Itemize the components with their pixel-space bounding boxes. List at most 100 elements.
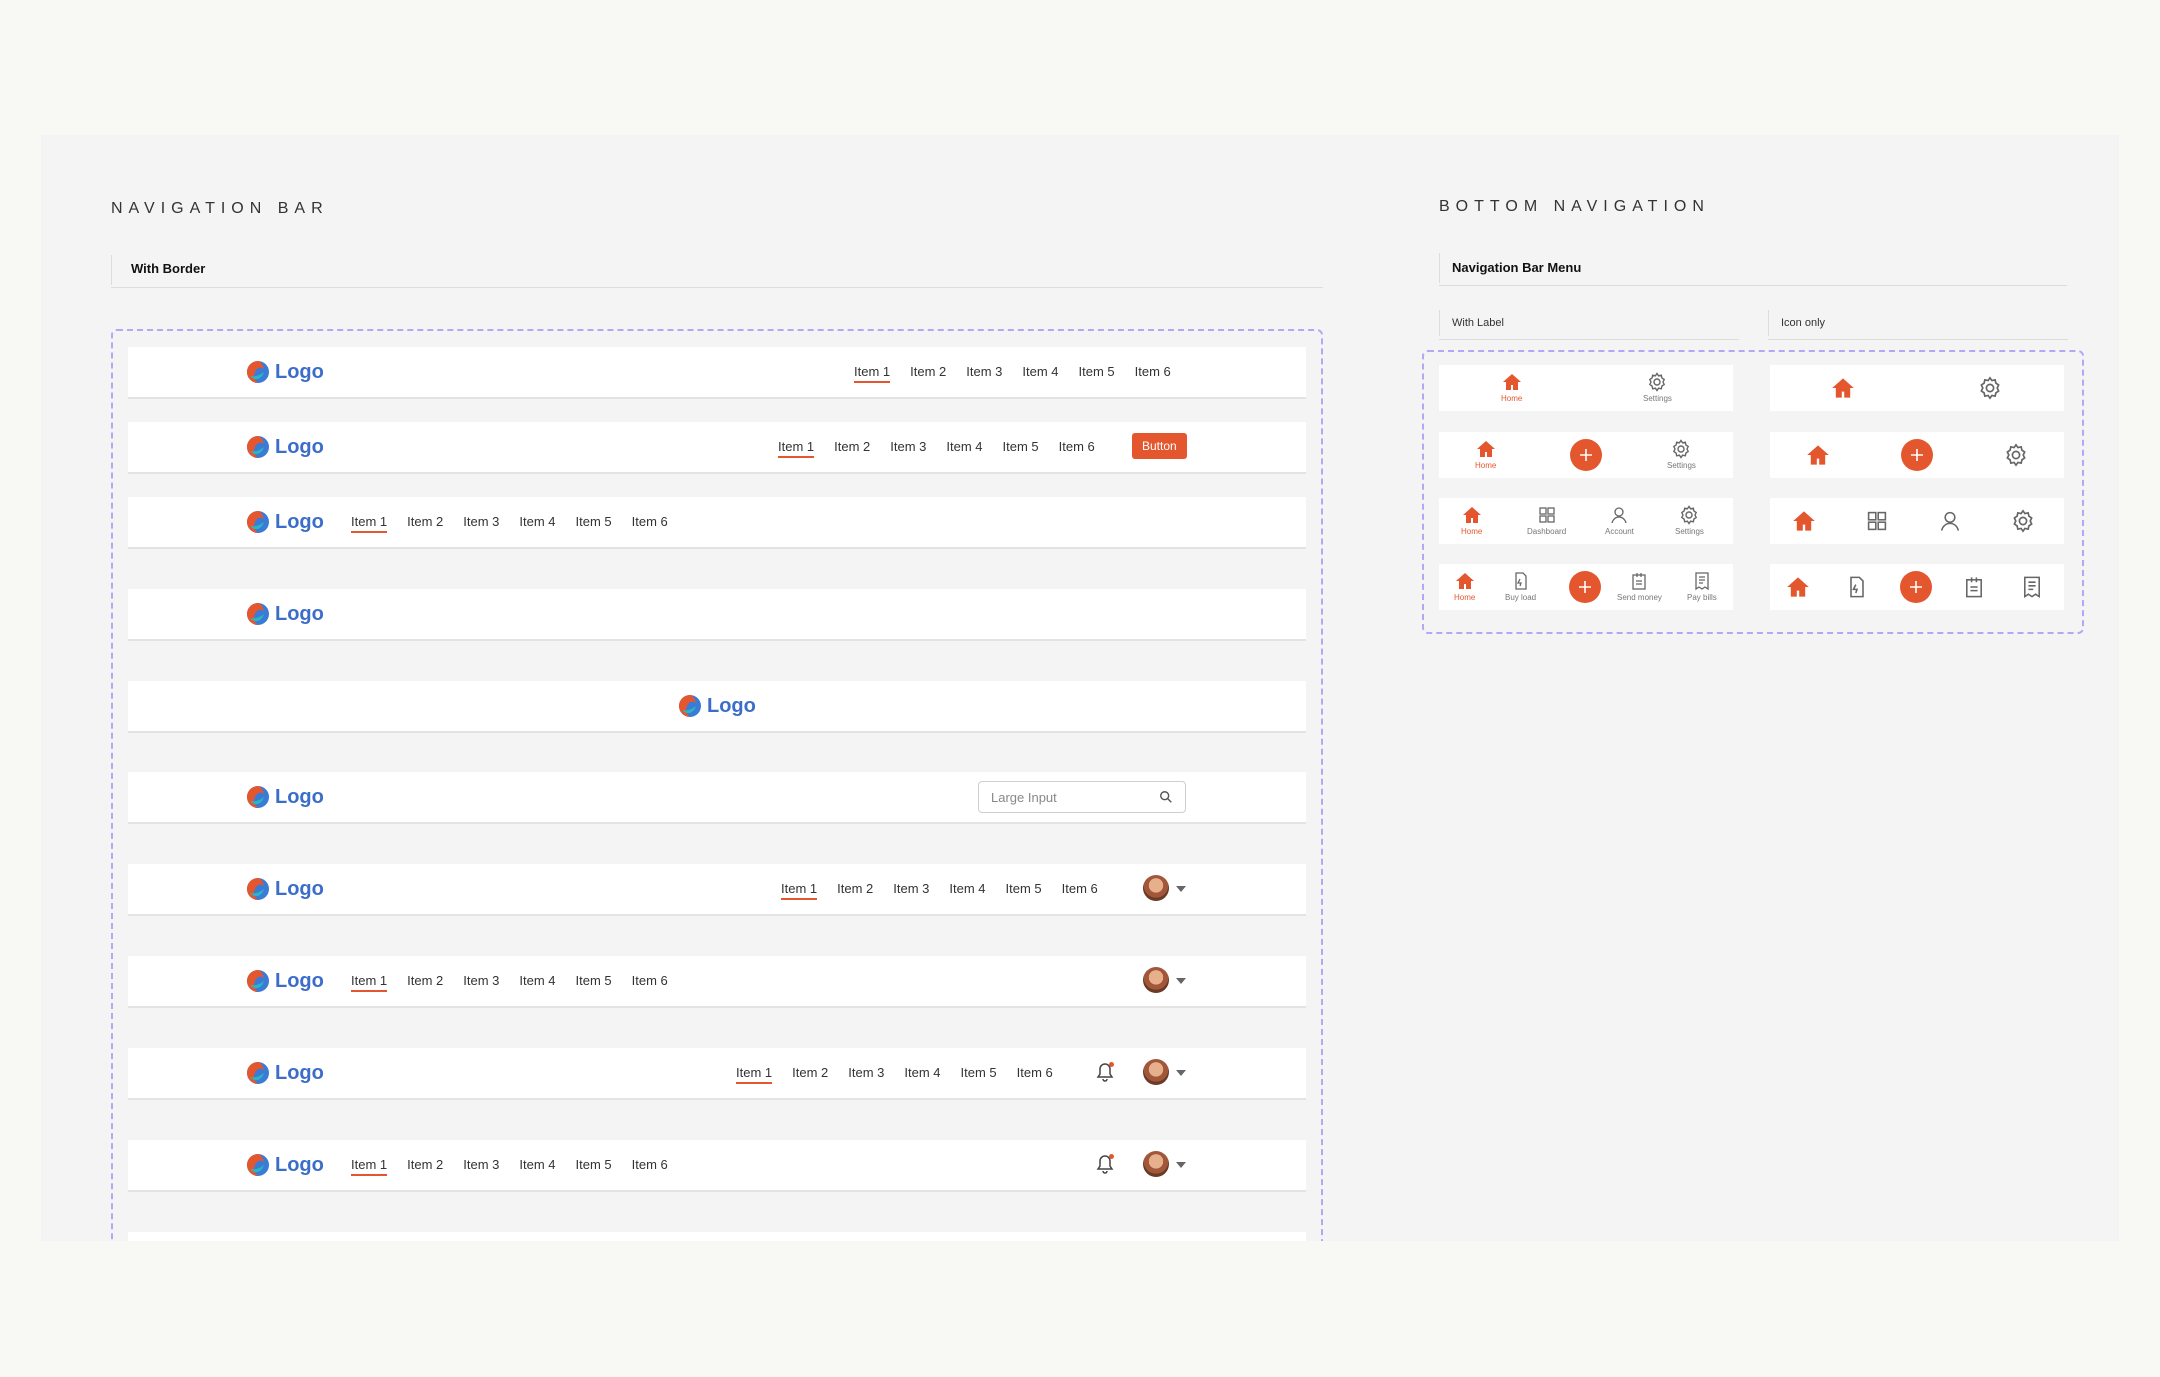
search-icon[interactable]: [1159, 790, 1173, 804]
divider: [1439, 310, 1440, 336]
nav-item-5[interactable]: Item 5: [961, 1065, 997, 1080]
caret-down-icon[interactable]: [1176, 1162, 1186, 1168]
search-input[interactable]: Large Input: [978, 781, 1186, 813]
navbar-variant-8: Logo Item 1 Item 2 Item 3 Item 4 Item 5 …: [128, 956, 1306, 1008]
nav-item-4[interactable]: Item 4: [946, 439, 982, 454]
nav-item-2[interactable]: Item 2: [407, 514, 443, 529]
nav-item-4[interactable]: Item 4: [1022, 364, 1058, 379]
nav-item-5[interactable]: Item 5: [576, 1157, 612, 1172]
logo[interactable]: Logo: [246, 360, 324, 384]
caret-down-icon[interactable]: [1176, 1070, 1186, 1076]
primary-button[interactable]: Button: [1132, 433, 1187, 459]
home-icon[interactable]: [1831, 376, 1855, 400]
bottom-nav-home[interactable]: Home: [1475, 439, 1496, 470]
nav-item-2[interactable]: Item 2: [407, 1157, 443, 1172]
bottom-nav-home[interactable]: Home: [1461, 505, 1482, 536]
logo[interactable]: Logo: [246, 877, 324, 901]
bottom-nav-pay-bills[interactable]: Pay bills: [1687, 571, 1717, 602]
nav-item-4[interactable]: Item 4: [519, 973, 555, 988]
home-icon[interactable]: [1806, 443, 1830, 467]
nav-item-6[interactable]: Item 6: [1062, 881, 1098, 896]
add-fab-button[interactable]: [1901, 439, 1933, 471]
logo[interactable]: Logo: [246, 969, 324, 993]
money-transfer-icon[interactable]: [1962, 575, 1986, 599]
home-icon[interactable]: [1786, 575, 1810, 599]
bottom-nav-send-money[interactable]: Send money: [1617, 571, 1662, 602]
nav-item-2[interactable]: Item 2: [834, 439, 870, 454]
bottom-nav-settings[interactable]: Settings: [1643, 372, 1672, 403]
caret-down-icon[interactable]: [1176, 886, 1186, 892]
gear-icon[interactable]: [1978, 376, 2002, 400]
nav-item-3[interactable]: Item 3: [463, 1157, 499, 1172]
gear-icon[interactable]: [2004, 443, 2028, 467]
avatar[interactable]: [1143, 1059, 1169, 1085]
nav-item-6[interactable]: Item 6: [632, 514, 668, 529]
logo-icon: [247, 1154, 269, 1176]
bottom-nav-dashboard[interactable]: Dashboard: [1527, 505, 1566, 536]
logo[interactable]: Logo: [246, 1153, 324, 1177]
gear-icon[interactable]: [2011, 509, 2035, 533]
avatar[interactable]: [1143, 1151, 1169, 1177]
nav-item-1[interactable]: Item 1: [351, 514, 388, 533]
nav-item-5[interactable]: Item 5: [1079, 364, 1115, 379]
nav-item-5[interactable]: Item 5: [1006, 881, 1042, 896]
nav-item-6[interactable]: Item 6: [632, 1157, 668, 1172]
logo[interactable]: Logo: [246, 510, 324, 534]
nav-item-3[interactable]: Item 3: [848, 1065, 884, 1080]
logo[interactable]: Logo: [246, 785, 324, 809]
bell-icon[interactable]: [1096, 1154, 1114, 1174]
bottom-nav-settings[interactable]: Settings: [1667, 439, 1696, 470]
nav-item-5[interactable]: Item 5: [576, 514, 612, 529]
logo[interactable]: Logo: [678, 694, 756, 718]
avatar[interactable]: [1143, 967, 1169, 993]
bottom-nav-home[interactable]: Home: [1454, 571, 1475, 602]
nav-item-4[interactable]: Item 4: [949, 881, 985, 896]
nav-item-4[interactable]: Item 4: [519, 1157, 555, 1172]
bottom-nav-account[interactable]: Account: [1605, 505, 1634, 536]
nav-item-1[interactable]: Item 1: [736, 1065, 773, 1084]
nav-item-1[interactable]: Item 1: [781, 881, 818, 900]
logo[interactable]: Logo: [246, 602, 324, 626]
add-fab-button[interactable]: [1900, 571, 1932, 603]
divider: [1768, 339, 2068, 340]
logo[interactable]: Logo: [246, 1061, 324, 1085]
nav-item-1[interactable]: Item 1: [854, 364, 891, 383]
nav-item-3[interactable]: Item 3: [893, 881, 929, 896]
home-icon[interactable]: [1792, 509, 1816, 533]
nav-item-1[interactable]: Item 1: [351, 1157, 388, 1176]
logo[interactable]: Logo: [246, 435, 324, 459]
nav-item-4[interactable]: Item 4: [904, 1065, 940, 1080]
receipt-icon[interactable]: [2020, 575, 2044, 599]
nav-item-6[interactable]: Item 6: [1059, 439, 1095, 454]
nav-items: Item 1 Item 2 Item 3 Item 4 Item 5 Item …: [854, 364, 1191, 383]
bell-icon[interactable]: [1096, 1062, 1114, 1082]
nav-item-6[interactable]: Item 6: [1135, 364, 1171, 379]
nav-item-5[interactable]: Item 5: [576, 973, 612, 988]
add-fab-button[interactable]: [1569, 571, 1601, 603]
add-fab-button[interactable]: [1570, 439, 1602, 471]
nav-item-1[interactable]: Item 1: [778, 439, 815, 458]
nav-item-2[interactable]: Item 2: [792, 1065, 828, 1080]
nav-items: Item 1 Item 2 Item 3 Item 4 Item 5 Item …: [778, 439, 1115, 458]
nav-item-6[interactable]: Item 6: [1017, 1065, 1053, 1080]
caret-down-icon[interactable]: [1176, 978, 1186, 984]
nav-item-5[interactable]: Item 5: [1003, 439, 1039, 454]
nav-item-6[interactable]: Item 6: [632, 973, 668, 988]
logo-text: Logo: [707, 694, 756, 717]
nav-item-1[interactable]: Item 1: [351, 973, 388, 992]
bottom-nav-buy-load[interactable]: Buy load: [1505, 571, 1536, 602]
bottom-nav-home[interactable]: Home: [1501, 372, 1522, 403]
grid-icon[interactable]: [1865, 509, 1889, 533]
nav-item-3[interactable]: Item 3: [463, 973, 499, 988]
avatar[interactable]: [1143, 875, 1169, 901]
nav-item-3[interactable]: Item 3: [463, 514, 499, 529]
nav-item-3[interactable]: Item 3: [890, 439, 926, 454]
nav-item-2[interactable]: Item 2: [910, 364, 946, 379]
nav-item-2[interactable]: Item 2: [837, 881, 873, 896]
bottom-nav-settings[interactable]: Settings: [1675, 505, 1704, 536]
nav-item-3[interactable]: Item 3: [966, 364, 1002, 379]
nav-item-2[interactable]: Item 2: [407, 973, 443, 988]
nav-item-4[interactable]: Item 4: [519, 514, 555, 529]
user-icon[interactable]: [1938, 509, 1962, 533]
phone-load-icon[interactable]: [1845, 575, 1869, 599]
